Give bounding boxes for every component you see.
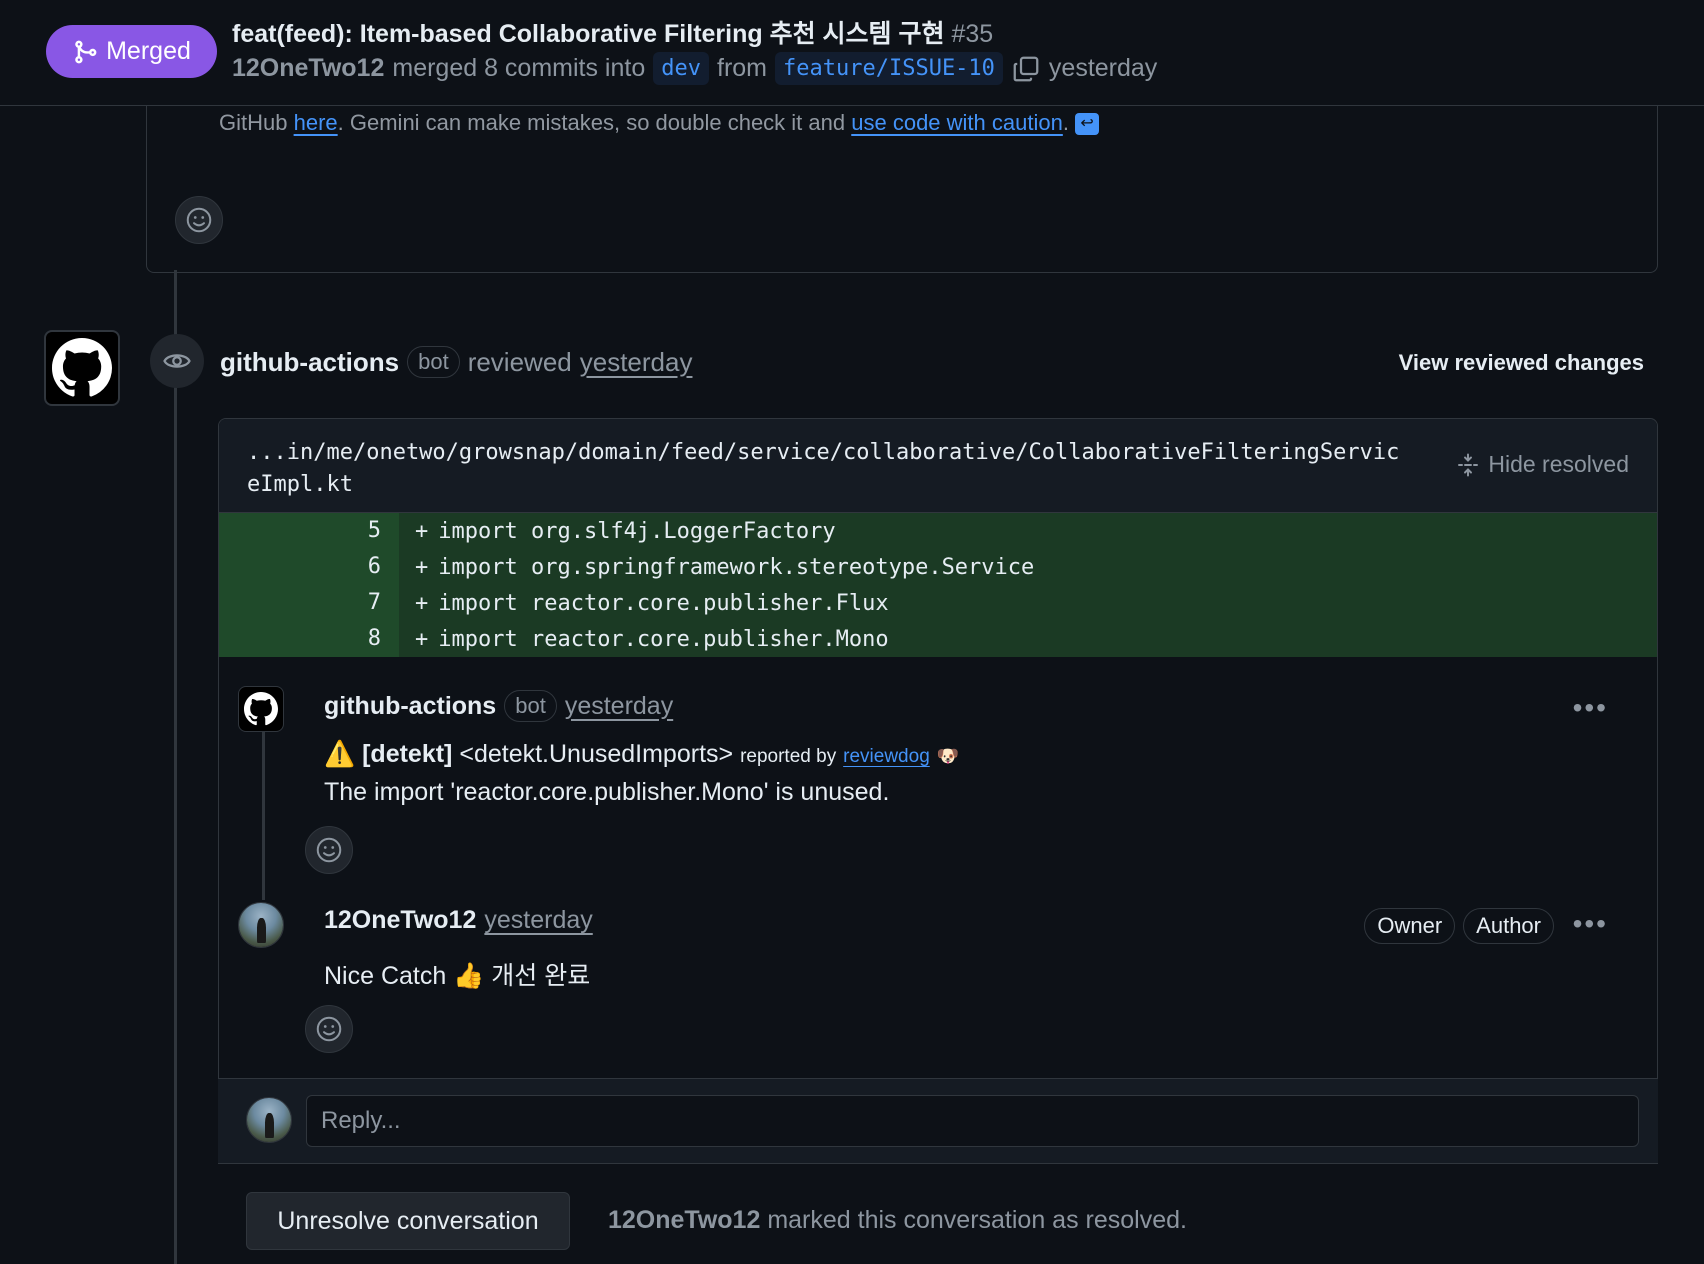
reviewdog-link[interactable]: reviewdog (843, 746, 930, 767)
detekt-rule: <detekt.UnusedImports> (459, 740, 734, 768)
pr-title: feat(feed): Item-based Collaborative Fil… (232, 14, 993, 50)
github-logo-icon (244, 692, 278, 726)
detekt-warning-line: ⚠️ [detekt] <detekt.UnusedImports> repor… (324, 740, 959, 769)
line-code: import org.springframework.stereotype.Se… (438, 554, 1035, 580)
add-reaction-button[interactable] (305, 826, 353, 874)
footer-text-middle: . Gemini can make mistakes, so double ch… (337, 110, 846, 135)
plus-sign: + (415, 554, 429, 580)
plus-sign: + (415, 590, 429, 616)
line-number[interactable]: 8 (219, 621, 399, 657)
comment-header: 12OneTwo12 yesterday (324, 906, 593, 935)
merge-time: yesterday (1048, 54, 1158, 82)
line-code: import reactor.core.publisher.Mono (438, 626, 889, 652)
comment-body: Nice Catch 👍 개선 완료 (324, 962, 591, 990)
diff-line[interactable]: 8 + import reactor.core.publisher.Mono (219, 621, 1657, 657)
reply-bar (218, 1078, 1658, 1164)
user-avatar[interactable] (238, 902, 284, 948)
review-comment-bot: github-actions bot yesterday ••• ⚠️ [det… (238, 684, 1638, 874)
line-number[interactable]: 6 (219, 549, 399, 585)
resolver-name[interactable]: 12OneTwo12 (608, 1206, 760, 1234)
line-code: import reactor.core.publisher.Flux (438, 590, 889, 616)
resolved-status: 12OneTwo12 marked this conversation as r… (608, 1206, 1187, 1235)
line-number[interactable]: 5 (219, 513, 399, 549)
plus-sign: + (415, 518, 429, 544)
bot-label: bot (504, 690, 557, 722)
review-eye-badge (150, 334, 204, 388)
comment-header: github-actions bot yesterday (324, 690, 673, 722)
comment-author[interactable]: 12OneTwo12 (324, 906, 476, 935)
current-user-avatar (246, 1097, 292, 1143)
footer-text-start: GitHub (219, 110, 288, 135)
timeline-line (174, 270, 177, 1264)
head-branch[interactable]: feature/ISSUE-10 (775, 52, 1003, 85)
reply-input[interactable] (306, 1095, 1639, 1147)
return-icon[interactable]: ↩ (1075, 113, 1100, 136)
pr-title-text[interactable]: feat(feed): Item-based Collaborative Fil… (232, 20, 944, 48)
bot-label: bot (407, 346, 460, 378)
review-time[interactable]: yesterday (580, 347, 693, 378)
file-header: ...in/me/onetwo/growsnap/domain/feed/ser… (219, 419, 1657, 513)
pr-author[interactable]: 12OneTwo12 (232, 54, 384, 83)
eye-icon (163, 354, 191, 368)
base-branch[interactable]: dev (653, 52, 709, 85)
diff-hunk: 5 + import org.slf4j.LoggerFactory 6 + impor… (219, 513, 1657, 657)
plus-sign: + (415, 626, 429, 652)
add-reaction-button[interactable] (305, 1005, 353, 1053)
merged-text: merged 8 commits into (392, 54, 646, 82)
github-actions-avatar[interactable] (44, 330, 120, 406)
smiley-icon (186, 207, 212, 233)
diff-line[interactable]: 7 + import reactor.core.publisher.Flux (219, 585, 1657, 621)
use-code-with-caution-link[interactable]: use code with caution (851, 110, 1063, 135)
diff-line[interactable]: 6 + import org.springframework.stereotype.… (219, 549, 1657, 585)
view-reviewed-changes-link[interactable]: View reviewed changes (1399, 350, 1644, 376)
from-text: from (717, 54, 767, 82)
comment-menu-button[interactable]: ••• (1573, 692, 1608, 724)
owner-label: Owner (1364, 908, 1456, 944)
resolved-text: marked this conversation as resolved. (767, 1206, 1187, 1234)
pr-meta: 12OneTwo12 merged 8 commits into dev fro… (232, 52, 1157, 85)
line-code: import org.slf4j.LoggerFactory (438, 518, 836, 544)
footer-text-end: . (1062, 110, 1069, 135)
avatar-photo (247, 1098, 291, 1142)
add-reaction-button[interactable] (175, 196, 223, 244)
file-path[interactable]: ...in/me/onetwo/growsnap/domain/feed/ser… (247, 437, 1407, 501)
fold-icon (1458, 453, 1479, 476)
smiley-icon (316, 837, 342, 863)
pr-sticky-header: Merged feat(feed): Item-based Collaborat… (0, 0, 1704, 106)
comment-menu-button[interactable]: ••• (1573, 908, 1608, 940)
reported-by-text: reported by (740, 746, 837, 767)
hide-resolved-label: Hide resolved (1488, 451, 1629, 477)
unresolve-conversation-button[interactable]: Unresolve conversation (246, 1192, 570, 1250)
warning-icon: ⚠️ (324, 740, 356, 768)
hide-resolved-button[interactable]: Hide resolved (1456, 451, 1629, 478)
detekt-tag: [detekt] (362, 740, 453, 768)
role-labels: Owner Author (1364, 908, 1554, 944)
diff-line[interactable]: 5 + import org.slf4j.LoggerFactory (219, 513, 1657, 549)
smiley-icon (316, 1016, 342, 1042)
avatar-photo (239, 903, 283, 947)
review-event-line: github-actions bot reviewed yesterday (220, 346, 692, 378)
author-label: Author (1463, 908, 1554, 944)
previous-comment-footer-text: GitHub here. Gemini can make mistakes, s… (219, 110, 1100, 136)
merge-icon (75, 40, 97, 63)
github-logo-icon (52, 338, 112, 397)
here-link[interactable]: here (294, 110, 338, 135)
github-actions-comment-avatar[interactable] (238, 686, 284, 732)
merged-label: Merged (106, 37, 191, 65)
comment-time[interactable]: yesterday (565, 692, 673, 721)
line-number[interactable]: 7 (219, 585, 399, 621)
review-action: reviewed (467, 346, 572, 377)
review-comment-owner: 12OneTwo12 yesterday Owner Author ••• Ni… (238, 900, 1638, 1010)
pr-number: #35 (951, 20, 994, 48)
dog-icon: 🐶 (936, 746, 960, 766)
copy-icon[interactable] (1011, 54, 1041, 84)
review-actor[interactable]: github-actions (220, 347, 399, 378)
merged-status-badge: Merged (46, 25, 217, 78)
comment-author[interactable]: github-actions (324, 692, 496, 721)
comment-time[interactable]: yesterday (484, 906, 592, 935)
comment-message: The import 'reactor.core.publisher.Mono'… (324, 778, 890, 806)
